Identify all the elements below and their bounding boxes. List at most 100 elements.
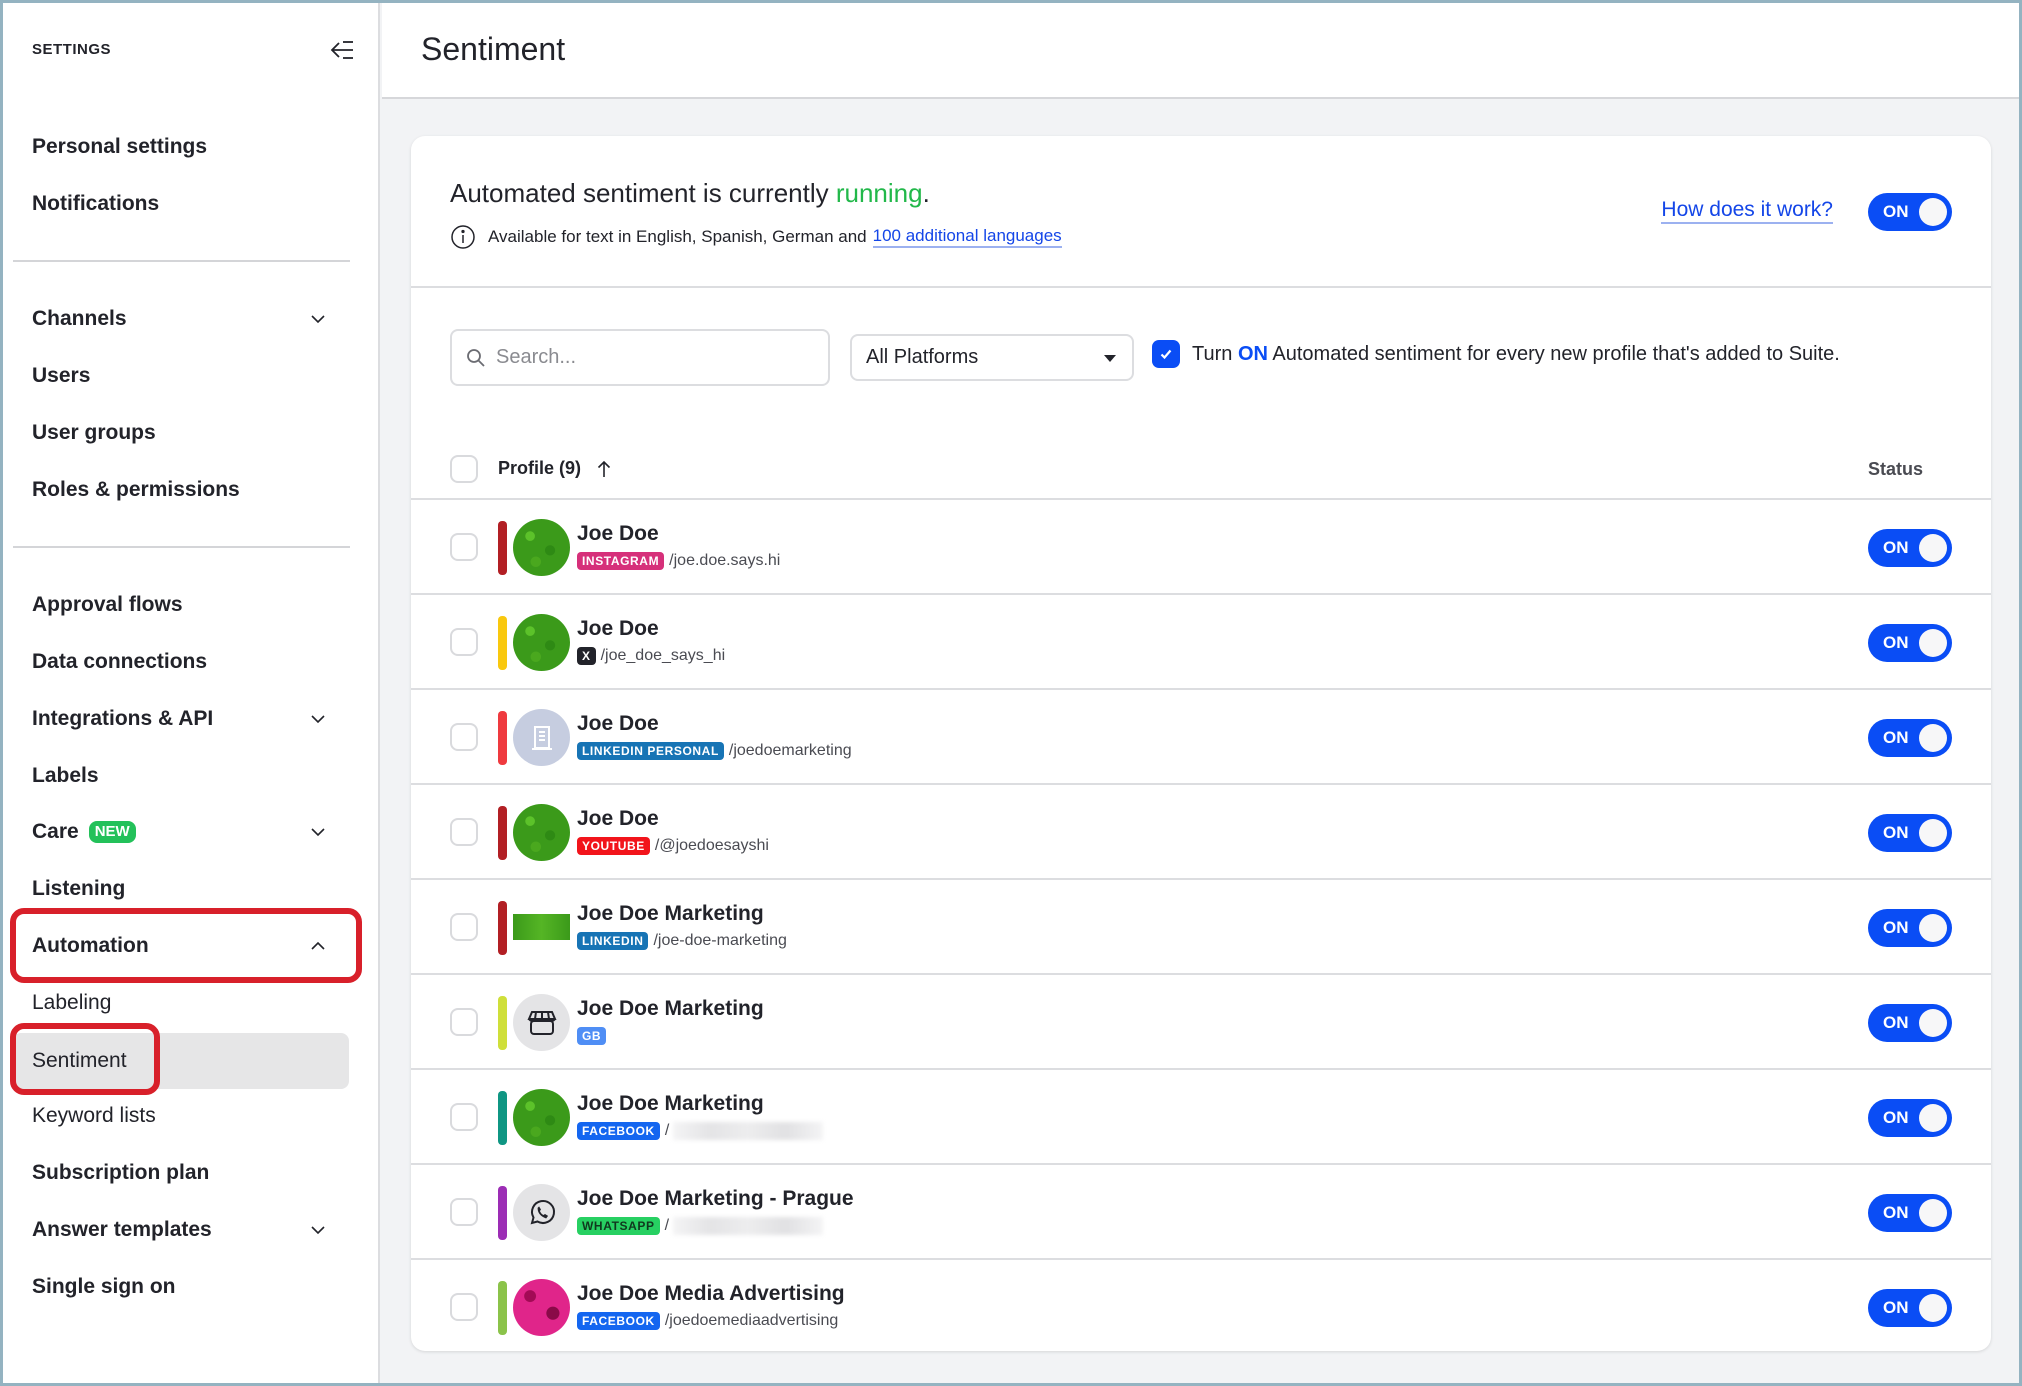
sidebar-item-sentiment[interactable]: Sentiment: [13, 1033, 349, 1089]
sidebar-item-single-sign-on[interactable]: Single sign on: [13, 1261, 349, 1313]
sidebar-item-personal-settings[interactable]: Personal settings: [13, 121, 349, 173]
row-checkbox[interactable]: [450, 913, 478, 941]
row-checkbox[interactable]: [450, 628, 478, 656]
toggle-label: ON: [1883, 1298, 1909, 1317]
profile-avatar: [513, 1279, 570, 1336]
sidebar-item-automation[interactable]: Automation: [13, 920, 349, 972]
how-does-it-work-link[interactable]: How does it work?: [1661, 198, 1833, 224]
master-sentiment-toggle[interactable]: ON: [1868, 193, 1952, 231]
profile-color-accent: [498, 711, 507, 765]
chevron-down-icon: [311, 315, 325, 324]
table-row: Joe Doe Marketing LINKEDIN /joe-doe-mark…: [411, 880, 1991, 975]
platform-dropdown[interactable]: All Platforms: [850, 334, 1134, 381]
sentiment-status-toggle[interactable]: ON: [1868, 1289, 1952, 1327]
network-badge: INSTAGRAM: [577, 552, 665, 570]
sidebar-divider: [13, 260, 350, 262]
sidebar-item-label: Answer templates: [32, 1218, 212, 1241]
row-checkbox[interactable]: [450, 1008, 478, 1036]
profile-name: Joe Doe Marketing - Prague: [577, 1187, 854, 1210]
profile-meta: FACEBOOK /joedoemediaadvertising: [577, 1312, 838, 1330]
profile-color-accent: [498, 806, 507, 860]
toggle-knob: [1919, 724, 1947, 752]
profile-color-accent: [498, 1281, 507, 1335]
sidebar-item-label: Listening: [32, 877, 126, 900]
row-checkbox[interactable]: [450, 723, 478, 751]
profile-avatar: [513, 614, 570, 671]
sidebar-item-user-groups[interactable]: User groups: [13, 407, 349, 459]
profile-handle: /joe.doe.says.hi: [669, 552, 781, 569]
row-checkbox[interactable]: [450, 818, 478, 846]
search-field[interactable]: [450, 329, 830, 386]
toggle-label: ON: [1883, 918, 1909, 937]
sidebar-item-label: Care: [32, 820, 79, 843]
profile-avatar: [513, 914, 570, 940]
sidebar-item-roles-permissions[interactable]: Roles & permissions: [13, 464, 349, 516]
search-icon: [467, 348, 485, 367]
toggle-knob: [1919, 198, 1947, 226]
sentiment-status-toggle[interactable]: ON: [1868, 814, 1952, 852]
sentiment-status-toggle[interactable]: ON: [1868, 909, 1952, 947]
additional-languages-link[interactable]: 100 additional languages: [872, 226, 1062, 248]
table-row: Joe Doe Media Advertising FACEBOOK /joed…: [411, 1260, 1991, 1355]
network-badge: WHATSAPP: [577, 1217, 660, 1235]
sidebar-item-data-connections[interactable]: Data connections: [13, 636, 349, 688]
sidebar-item-notifications[interactable]: Notifications: [13, 178, 349, 230]
platform-selected-value: All Platforms: [866, 346, 979, 368]
profile-color-accent: [498, 521, 507, 575]
checkmark-icon: [1160, 349, 1172, 360]
row-checkbox[interactable]: [450, 1198, 478, 1226]
sidebar-item-subscription-plan[interactable]: Subscription plan: [13, 1147, 349, 1199]
auto-on: ON: [1237, 342, 1268, 365]
info-icon: [451, 225, 475, 249]
auto-enable-checkbox[interactable]: [1152, 340, 1180, 368]
sidebar-item-label: Notifications: [32, 192, 160, 215]
sentiment-status-toggle[interactable]: ON: [1868, 1194, 1952, 1232]
profile-handle: /joe-doe-marketing: [653, 932, 787, 949]
auto-prefix: Turn: [1192, 342, 1238, 365]
sidebar-item-integrations-api[interactable]: Integrations & API: [13, 693, 349, 745]
sentiment-status-toggle[interactable]: ON: [1868, 1099, 1952, 1137]
sidebar-item-approval-flows[interactable]: Approval flows: [13, 579, 349, 631]
toggle-knob: [1919, 1104, 1947, 1132]
sidebar-item-care[interactable]: Care NEW: [13, 806, 349, 858]
sidebar-item-label: User groups: [32, 421, 156, 444]
sidebar-item-label: Integrations & API: [32, 707, 214, 730]
profile-handle: /: [664, 1217, 670, 1234]
sentiment-status-toggle[interactable]: ON: [1868, 624, 1952, 662]
redacted-handle: [673, 1217, 824, 1235]
sidebar-item-answer-templates[interactable]: Answer templates: [13, 1204, 349, 1256]
collapse-sidebar-icon[interactable]: [329, 37, 355, 63]
language-info: Available for text in English, Spanish, …: [450, 224, 1062, 250]
sentiment-status-toggle[interactable]: ON: [1868, 719, 1952, 757]
auto-enable-label: Turn ON Automated sentiment for every ne…: [1192, 343, 1840, 366]
row-checkbox[interactable]: [450, 1103, 478, 1131]
sidebar-item-channels[interactable]: Channels: [13, 293, 349, 345]
sidebar-item-listening[interactable]: Listening: [13, 863, 349, 915]
select-all-checkbox[interactable]: [450, 455, 478, 483]
row-checkbox[interactable]: [450, 1293, 478, 1321]
network-badge: YOUTUBE: [577, 837, 650, 855]
toggle-knob: [1919, 1199, 1947, 1227]
toggle-label: ON: [1883, 1203, 1909, 1222]
sentiment-status-toggle[interactable]: ON: [1868, 1004, 1952, 1042]
profile-column-header[interactable]: Profile (9): [498, 458, 613, 479]
sentiment-status-toggle[interactable]: ON: [1868, 529, 1952, 567]
info-text: Available for text in English, Spanish, …: [488, 227, 867, 246]
sidebar-item-labels[interactable]: Labels: [13, 750, 349, 802]
network-badge: GB: [577, 1027, 607, 1045]
search-input[interactable]: [496, 346, 816, 369]
table-header: Profile (9) Status: [411, 441, 1991, 500]
profile-meta: GB: [577, 1027, 611, 1045]
sidebar-item-label: Keyword lists: [32, 1104, 156, 1127]
sidebar-item-users[interactable]: Users: [13, 350, 349, 402]
sidebar-item-keyword-lists[interactable]: Keyword lists: [13, 1090, 349, 1142]
row-checkbox[interactable]: [450, 533, 478, 561]
page-header: Sentiment: [382, 3, 2019, 99]
sidebar-item-labeling[interactable]: Labeling: [13, 977, 349, 1029]
sidebar-item-label: Subscription plan: [32, 1161, 210, 1184]
network-badge: X: [577, 647, 596, 665]
sidebar-item-label: Roles & permissions: [32, 478, 240, 501]
caret-down-icon: [1104, 355, 1116, 362]
sidebar-item-label: Data connections: [32, 650, 208, 673]
profile-handle: /joedoemediaadvertising: [664, 1312, 839, 1329]
